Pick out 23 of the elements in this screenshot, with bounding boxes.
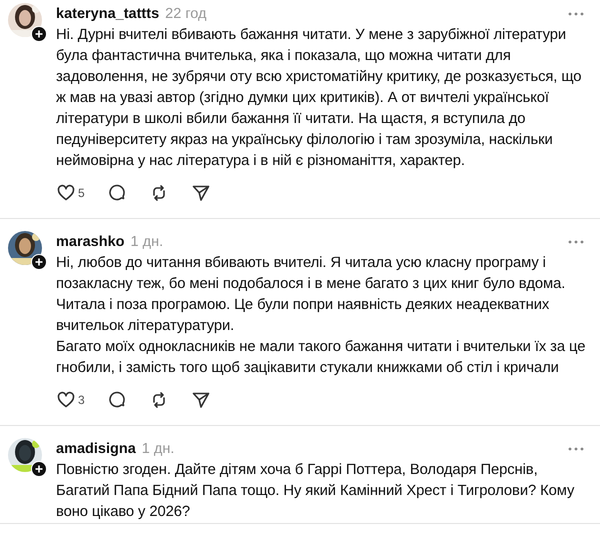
comment-text: Повністю згоден. Дайте дітям хоча б Гаррі Поттера, Володаря Перснів, Багатий Папа Бідний Папа тощо. Ну який Камінний Хрест і Тигролови? Кому воно цікаво у 2026? (56, 461, 576, 522)
more-icon[interactable] (568, 447, 584, 451)
like-icon[interactable] (56, 390, 76, 410)
share-icon[interactable] (190, 390, 211, 410)
like-count: 3 (78, 393, 85, 407)
comment-icon[interactable] (106, 183, 127, 203)
post-time: 22 год (165, 6, 207, 22)
follow-plus-icon[interactable] (31, 26, 47, 42)
like-count: 5 (78, 186, 85, 200)
username[interactable]: amadisigna (56, 441, 136, 457)
post-time: 1 дн. (142, 441, 174, 457)
comment-icon[interactable] (106, 390, 127, 410)
comment-text: Ні, любов до читання вбивають вчителі. Я читала усю класну програму і позакласну теж, бо мені подобалося і в мене багато з цих книг було вдома. Читала і поза програмою. Це були попри наявність деяких неадекватних вчительок літературатури. Багато моїх однокласників не мали такого бажання читати і вчительки їх за це гнобили, і замість того щоб зацікавити стукали книжками об стіл і кричали (56, 254, 586, 378)
follow-plus-icon[interactable] (31, 254, 47, 270)
like-icon[interactable] (56, 183, 76, 203)
more-icon[interactable] (568, 240, 584, 244)
more-icon[interactable] (568, 12, 584, 16)
comment-text: Ні. Дурні вчителі вбивають бажання читати. У мене з зарубіжної літератури була фантастична вчителька, яка і показала, що можна читати для задоволення, не зубрячи оту всю христоматійну критику, де розказується, що ж мав на увазі автор (згідно думки цих критиків). А от вичтелі української літератури в школі вбили бажання її читати. На щастя, я вступила до педуніверситету якраз на українську філологію і там зрозуміла, наскільки неймовірна у нас література і в ній є різноманіття, характер. (56, 26, 582, 171)
username[interactable]: marashko (56, 234, 125, 250)
share-icon[interactable] (190, 183, 211, 203)
username[interactable]: kateryna_tattts (56, 6, 160, 22)
post-time: 1 дн. (130, 234, 164, 250)
follow-plus-icon[interactable] (31, 461, 47, 477)
